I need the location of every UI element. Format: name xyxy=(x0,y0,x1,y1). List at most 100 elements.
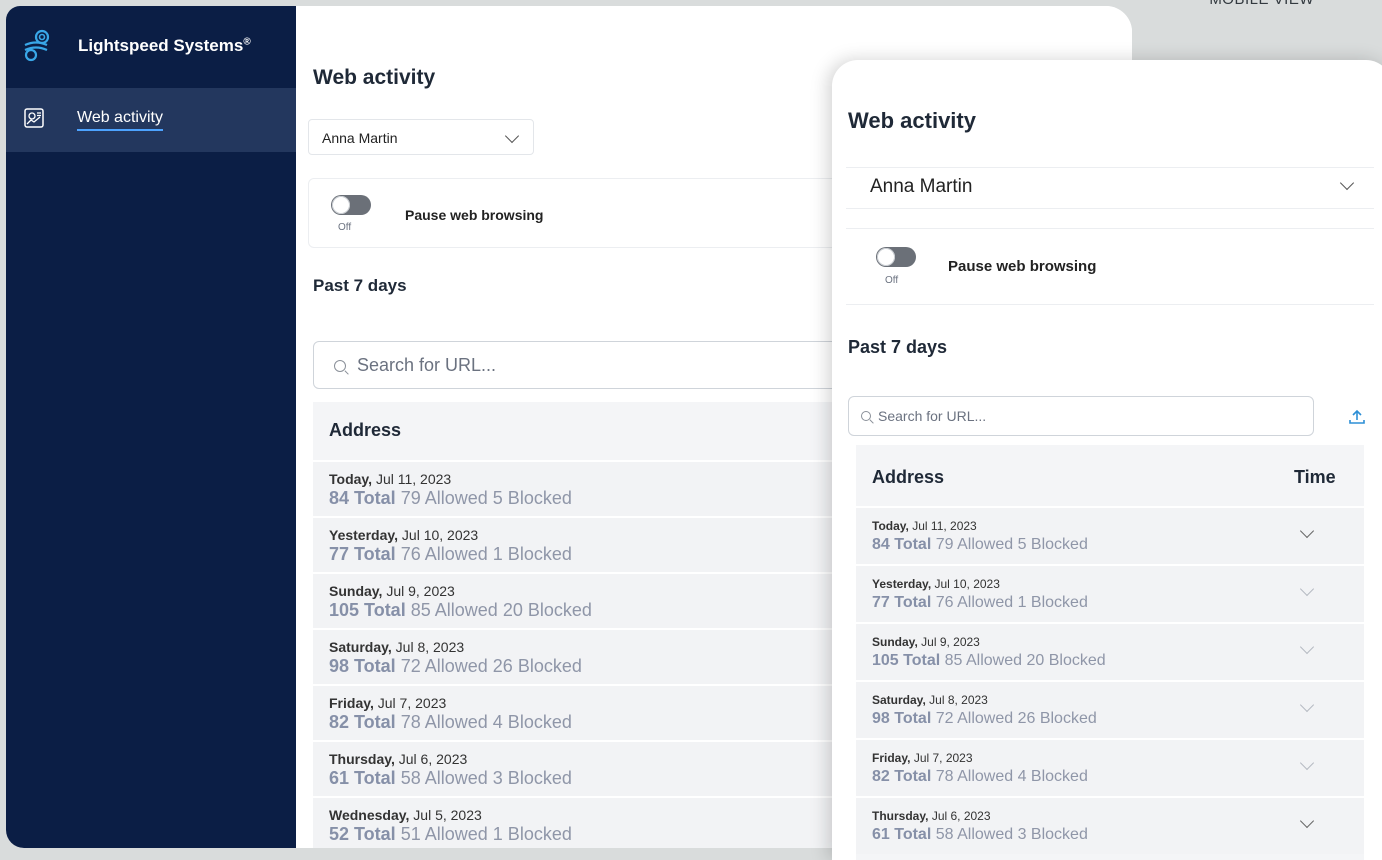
sidebar: Lightspeed Systems® Web activity xyxy=(6,6,296,848)
row-total: 77 Total xyxy=(872,594,932,611)
row-allowed: 76 Allowed xyxy=(935,594,1014,611)
sidebar-item-web-activity[interactable]: Web activity xyxy=(6,88,296,152)
table-row[interactable]: Thursday, Jul 6, 2023 61 Total 58 Allowed… xyxy=(856,796,1364,854)
table-row[interactable]: Today, Jul 11, 2023 84 Total 79 Allowed 5… xyxy=(856,506,1364,564)
row-blocked: 1 Blocked xyxy=(492,544,572,564)
chevron-down-icon[interactable] xyxy=(1299,639,1315,655)
row-blocked: 3 Blocked xyxy=(492,768,572,788)
row-blocked: 5 Blocked xyxy=(492,488,572,508)
row-stats: 77 Total 76 Allowed 1 Blocked xyxy=(329,544,572,565)
mobile-activity-table: Address Time Today, Jul 11, 2023 84 Total… xyxy=(856,445,1364,860)
row-date: Today, Jul 11, 2023 xyxy=(872,519,977,533)
row-date: Thursday, Jul 6, 2023 xyxy=(872,809,991,823)
row-stats: 84 Total 79 Allowed 5 Blocked xyxy=(872,536,1088,554)
row-allowed: 58 Allowed xyxy=(400,768,488,788)
mobile-pause-browsing-label: Pause web browsing xyxy=(948,258,1097,275)
student-select-value: Anna Martin xyxy=(322,130,398,146)
brand: Lightspeed Systems® xyxy=(6,6,296,86)
row-total: 77 Total xyxy=(329,544,396,564)
row-total: 61 Total xyxy=(329,768,396,788)
toggle-state-label: Off xyxy=(338,222,352,233)
row-total: 105 Total xyxy=(872,652,941,669)
row-stats: 105 Total 85 Allowed 20 Blocked xyxy=(329,600,592,621)
row-allowed: 58 Allowed xyxy=(935,826,1014,843)
chevron-down-icon xyxy=(1339,175,1355,191)
table-row[interactable]: Sunday, Jul 9, 2023 105 Total 85 Allowed … xyxy=(856,622,1364,680)
row-allowed: 79 Allowed xyxy=(935,536,1014,553)
mobile-search-input[interactable]: Search for URL... xyxy=(848,396,1314,436)
row-blocked: 4 Blocked xyxy=(492,712,572,732)
row-stats: 77 Total 76 Allowed 1 Blocked xyxy=(872,594,1088,612)
mobile-pause-browsing-toggle[interactable] xyxy=(876,247,916,267)
row-stats: 98 Total 72 Allowed 26 Blocked xyxy=(329,656,582,677)
row-stats: 84 Total 79 Allowed 5 Blocked xyxy=(329,488,572,509)
search-placeholder: Search for URL... xyxy=(357,355,497,375)
row-allowed: 85 Allowed xyxy=(410,600,498,620)
row-date: Saturday, Jul 8, 2023 xyxy=(872,693,988,707)
mobile-view-card: Web activity Anna Martin Off Pause web b… xyxy=(832,60,1382,860)
row-date: Friday, Jul 7, 2023 xyxy=(329,695,447,711)
row-total: 98 Total xyxy=(329,656,396,676)
chevron-down-icon[interactable] xyxy=(1299,813,1315,829)
page-title: Web activity xyxy=(313,66,436,89)
mobile-column-header-time: Time xyxy=(1294,467,1336,487)
row-date: Friday, Jul 7, 2023 xyxy=(872,751,973,765)
chevron-down-icon xyxy=(504,128,520,144)
row-date: Sunday, Jul 9, 2023 xyxy=(329,583,455,599)
row-date: Today, Jul 11, 2023 xyxy=(329,471,452,487)
search-icon xyxy=(334,360,346,372)
row-stats: 105 Total 85 Allowed 20 Blocked xyxy=(872,652,1106,670)
row-date: Saturday, Jul 8, 2023 xyxy=(329,639,465,655)
row-total: 52 Total xyxy=(329,824,396,844)
row-total: 98 Total xyxy=(872,710,932,727)
row-date: Yesterday, Jul 10, 2023 xyxy=(329,527,479,543)
mobile-search-placeholder: Search for URL... xyxy=(878,408,987,424)
row-blocked: 1 Blocked xyxy=(1017,594,1088,611)
row-total: 61 Total xyxy=(872,826,932,843)
row-allowed: 72 Allowed xyxy=(400,656,488,676)
mobile-view-label: MOBILE VIEW xyxy=(1209,0,1314,8)
sidebar-item-label: Web activity xyxy=(77,109,163,131)
row-allowed: 78 Allowed xyxy=(400,712,488,732)
row-blocked: 3 Blocked xyxy=(1017,826,1088,843)
pause-browsing-label: Pause web browsing xyxy=(405,207,544,223)
row-allowed: 76 Allowed xyxy=(400,544,488,564)
pause-browsing-toggle[interactable] xyxy=(331,195,371,215)
mobile-student-select-value: Anna Martin xyxy=(870,176,973,197)
row-allowed: 72 Allowed xyxy=(935,710,1014,727)
row-date: Yesterday, Jul 10, 2023 xyxy=(872,577,1000,591)
row-stats: 82 Total 78 Allowed 4 Blocked xyxy=(329,712,572,733)
table-row[interactable]: Saturday, Jul 8, 2023 98 Total 72 Allowed… xyxy=(856,680,1364,738)
chevron-down-icon[interactable] xyxy=(1299,523,1315,539)
row-blocked: 5 Blocked xyxy=(1017,536,1088,553)
row-allowed: 78 Allowed xyxy=(935,768,1014,785)
row-stats: 61 Total 58 Allowed 3 Blocked xyxy=(872,826,1088,844)
table-row[interactable]: Yesterday, Jul 10, 2023 77 Total 76 Allow… xyxy=(856,564,1364,622)
chevron-down-icon[interactable] xyxy=(1299,581,1315,597)
row-stats: 52 Total 51 Allowed 1 Blocked xyxy=(329,824,572,845)
mobile-student-select[interactable]: Anna Martin xyxy=(846,168,1364,208)
row-total: 82 Total xyxy=(329,712,396,732)
row-blocked: 26 Blocked xyxy=(1017,710,1097,727)
row-allowed: 85 Allowed xyxy=(944,652,1023,669)
row-date: Thursday, Jul 6, 2023 xyxy=(329,751,468,767)
mobile-section-title: Past 7 days xyxy=(848,337,948,357)
row-blocked: 26 Blocked xyxy=(492,656,582,676)
column-header-address: Address xyxy=(329,420,402,440)
table-row[interactable]: Friday, Jul 7, 2023 82 Total 78 Allowed 4… xyxy=(856,738,1364,796)
mobile-toggle-state-label: Off xyxy=(885,275,899,286)
row-allowed: 79 Allowed xyxy=(400,488,488,508)
chevron-down-icon[interactable] xyxy=(1299,755,1315,771)
row-blocked: 4 Blocked xyxy=(1017,768,1088,785)
row-date: Wednesday, Jul 5, 2023 xyxy=(329,807,482,823)
export-icon[interactable] xyxy=(1348,408,1366,426)
row-total: 84 Total xyxy=(329,488,396,508)
row-stats: 98 Total 72 Allowed 26 Blocked xyxy=(872,710,1097,728)
mobile-column-header-address: Address xyxy=(872,467,945,487)
row-blocked: 1 Blocked xyxy=(492,824,572,844)
row-blocked: 20 Blocked xyxy=(502,600,592,620)
row-total: 105 Total xyxy=(329,600,406,620)
chevron-down-icon[interactable] xyxy=(1299,697,1315,713)
student-select[interactable]: Anna Martin xyxy=(308,119,534,155)
row-stats: 61 Total 58 Allowed 3 Blocked xyxy=(329,768,572,789)
